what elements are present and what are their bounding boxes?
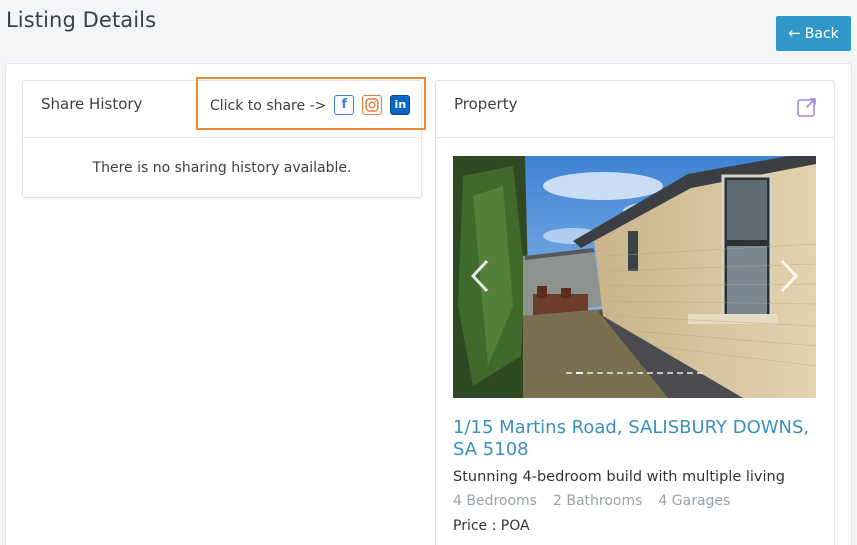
property-header: Property: [436, 81, 834, 138]
carousel-dot[interactable]: [587, 372, 593, 374]
property-address-link[interactable]: 1/15 Martins Road, SALISBURY DOWNS, SA 5…: [453, 417, 823, 461]
carousel-dot[interactable]: [667, 372, 673, 374]
carousel-dot[interactable]: [617, 372, 623, 374]
bathrooms-count: 2 Bathrooms: [552, 493, 643, 509]
linkedin-icon[interactable]: in: [390, 94, 411, 115]
carousel-dot[interactable]: [677, 372, 683, 374]
bedrooms-count: 4 Bedrooms: [453, 493, 537, 509]
property-price: Price : POA: [453, 518, 530, 534]
carousel-dot[interactable]: [687, 372, 693, 374]
share-callout: Click to share -> f in: [196, 77, 426, 130]
share-prompt: Click to share ->: [210, 97, 327, 114]
property-title: Property: [454, 95, 518, 113]
property-image-carousel[interactable]: [453, 156, 816, 398]
carousel-next-icon[interactable]: [774, 256, 804, 296]
instagram-icon[interactable]: [362, 94, 383, 115]
empty-message-text: There is no sharing history available.: [92, 160, 352, 176]
carousel-dot-active[interactable]: [576, 372, 583, 374]
carousel-dot[interactable]: [597, 372, 603, 374]
carousel-dot[interactable]: [607, 372, 613, 374]
external-link-icon[interactable]: [796, 96, 818, 118]
property-headline: Stunning 4-bedroom build with multiple l…: [453, 469, 785, 485]
arrow-left-icon: ←: [788, 24, 801, 42]
facebook-icon[interactable]: f: [334, 94, 355, 115]
carousel-dot[interactable]: [697, 372, 703, 374]
carousel-prev-icon[interactable]: [465, 256, 495, 296]
carousel-dot[interactable]: [647, 372, 653, 374]
property-features: 4 Bedrooms 2 Bathrooms 4 Garages: [453, 493, 730, 509]
garages-count: 4 Garages: [658, 493, 731, 509]
property-photo: [453, 156, 816, 398]
back-button-label: Back: [804, 25, 839, 42]
share-history-empty-message: There is no sharing history available.: [23, 138, 421, 198]
share-history-title: Share History: [41, 95, 143, 113]
carousel-dot[interactable]: [637, 372, 643, 374]
page-title: Listing Details: [6, 8, 157, 32]
carousel-dot[interactable]: [657, 372, 663, 374]
back-button[interactable]: ← Back: [776, 16, 851, 51]
carousel-dot[interactable]: [627, 372, 633, 374]
carousel-indicators: [453, 372, 816, 374]
carousel-dot[interactable]: [566, 372, 572, 374]
